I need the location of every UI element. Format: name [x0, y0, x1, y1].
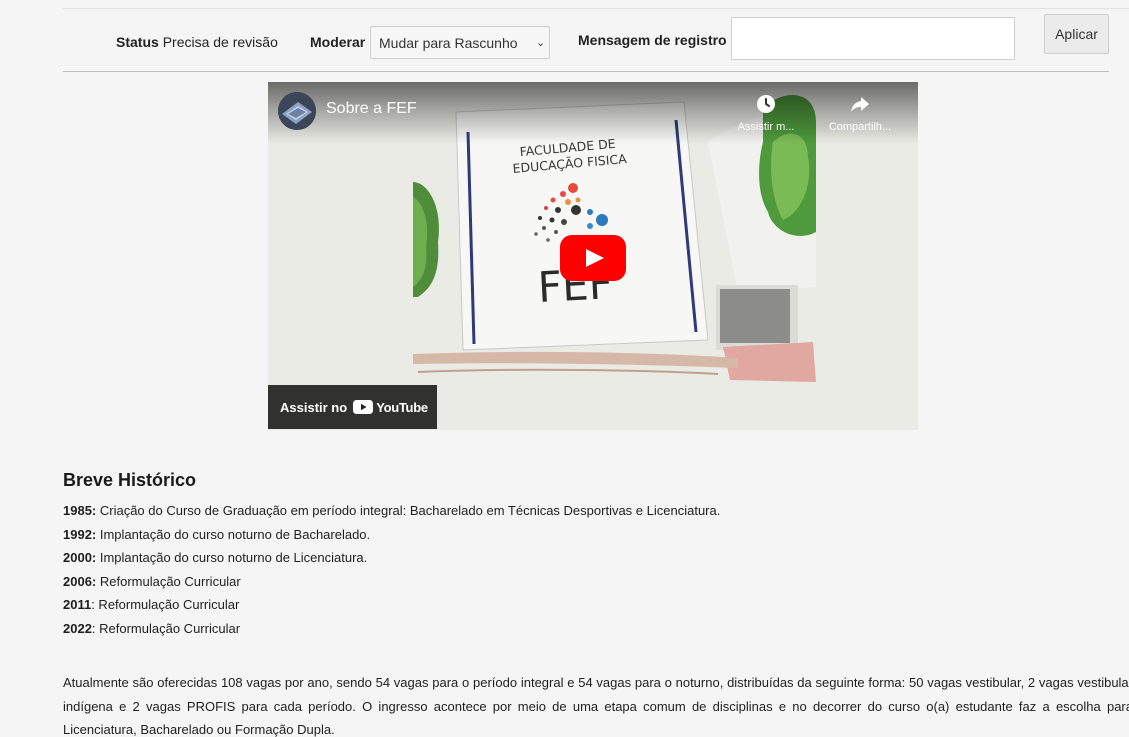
history-year: 1985: — [63, 503, 97, 518]
top-divider — [63, 8, 1129, 9]
history-item: 1992: Implantação do curso noturno de Ba… — [63, 523, 1129, 547]
history-text: Implantação do curso noturno de Bacharel… — [96, 526, 371, 542]
history-description: Atualmente são oferecidas 108 vagas por … — [63, 675, 1129, 737]
history-item: 2006: Reformulação Curricular — [63, 570, 1129, 594]
history-text: Reformulação Curricular — [96, 573, 241, 589]
history-text: Implantação do curso noturno de Licencia… — [96, 550, 368, 565]
watch-later-label: Assistir m... — [737, 121, 795, 133]
history-year: 1992: — [63, 526, 97, 542]
watch-on-youtube-button[interactable]: Assistir no YouTube — [268, 385, 437, 429]
moderation-state-select[interactable]: Mudar para Rascunho — [370, 26, 550, 59]
history-text: Criação do Curso de Graduação em período… — [96, 503, 721, 518]
moderate-label: Moderar — [310, 34, 366, 50]
history-item: 1985: Criação do Curso de Graduação em p… — [63, 499, 1129, 523]
history-text: : Reformulação Curricular — [91, 620, 241, 636]
history-text: : Reformulação Curricular — [91, 597, 240, 612]
history-year: 2006: — [63, 573, 97, 589]
history-year: 2011 — [63, 597, 92, 612]
history-item: 2011: Reformulação Curricular — [63, 593, 1129, 617]
history-year: 2000: — [63, 550, 97, 565]
history-item: 2022: Reformulação Curricular — [63, 617, 1129, 641]
share-button[interactable]: Compartilh... — [824, 94, 896, 133]
watch-on-label: Assistir no — [280, 399, 348, 415]
share-label: Compartilh... — [828, 121, 892, 133]
channel-avatar[interactable] — [278, 92, 316, 130]
status-label: Status — [116, 34, 159, 50]
history-list: 1985: Criação do Curso de Graduação em p… — [63, 499, 1129, 640]
youtube-icon — [353, 400, 374, 414]
log-message-input[interactable] — [731, 17, 1015, 60]
history-item: 2000: Implantação do curso noturno de Li… — [63, 546, 1129, 570]
history-heading: Breve Histórico — [63, 470, 197, 490]
youtube-logo: YouTube — [353, 400, 428, 415]
channel-avatar-icon — [278, 92, 316, 130]
moderation-bar: Status Precisa de revisão Moderar Mudar … — [63, 14, 1109, 60]
history-year: 2022 — [63, 620, 92, 636]
share-icon — [851, 97, 869, 112]
video-title[interactable]: Sobre a FEF — [326, 100, 417, 118]
section-divider — [63, 71, 1109, 72]
play-icon — [560, 235, 626, 281]
clock-icon — [757, 95, 775, 113]
play-button[interactable] — [560, 235, 626, 281]
watch-later-button[interactable]: Assistir m... — [730, 94, 802, 133]
apply-button[interactable]: Aplicar — [1044, 14, 1109, 54]
history-section: Breve Histórico 1985: Criação do Curso d… — [63, 470, 1129, 737]
youtube-video-embed[interactable]: FACULDADE DE EDUCAÇÃO FISICA FEF Sobre a… — [268, 82, 918, 430]
status-value: Precisa de revisão — [162, 34, 278, 50]
log-message-label: Mensagem de registro — [578, 32, 727, 48]
youtube-wordmark: YouTube — [376, 399, 428, 415]
status-display: Status Precisa de revisão — [116, 34, 278, 50]
